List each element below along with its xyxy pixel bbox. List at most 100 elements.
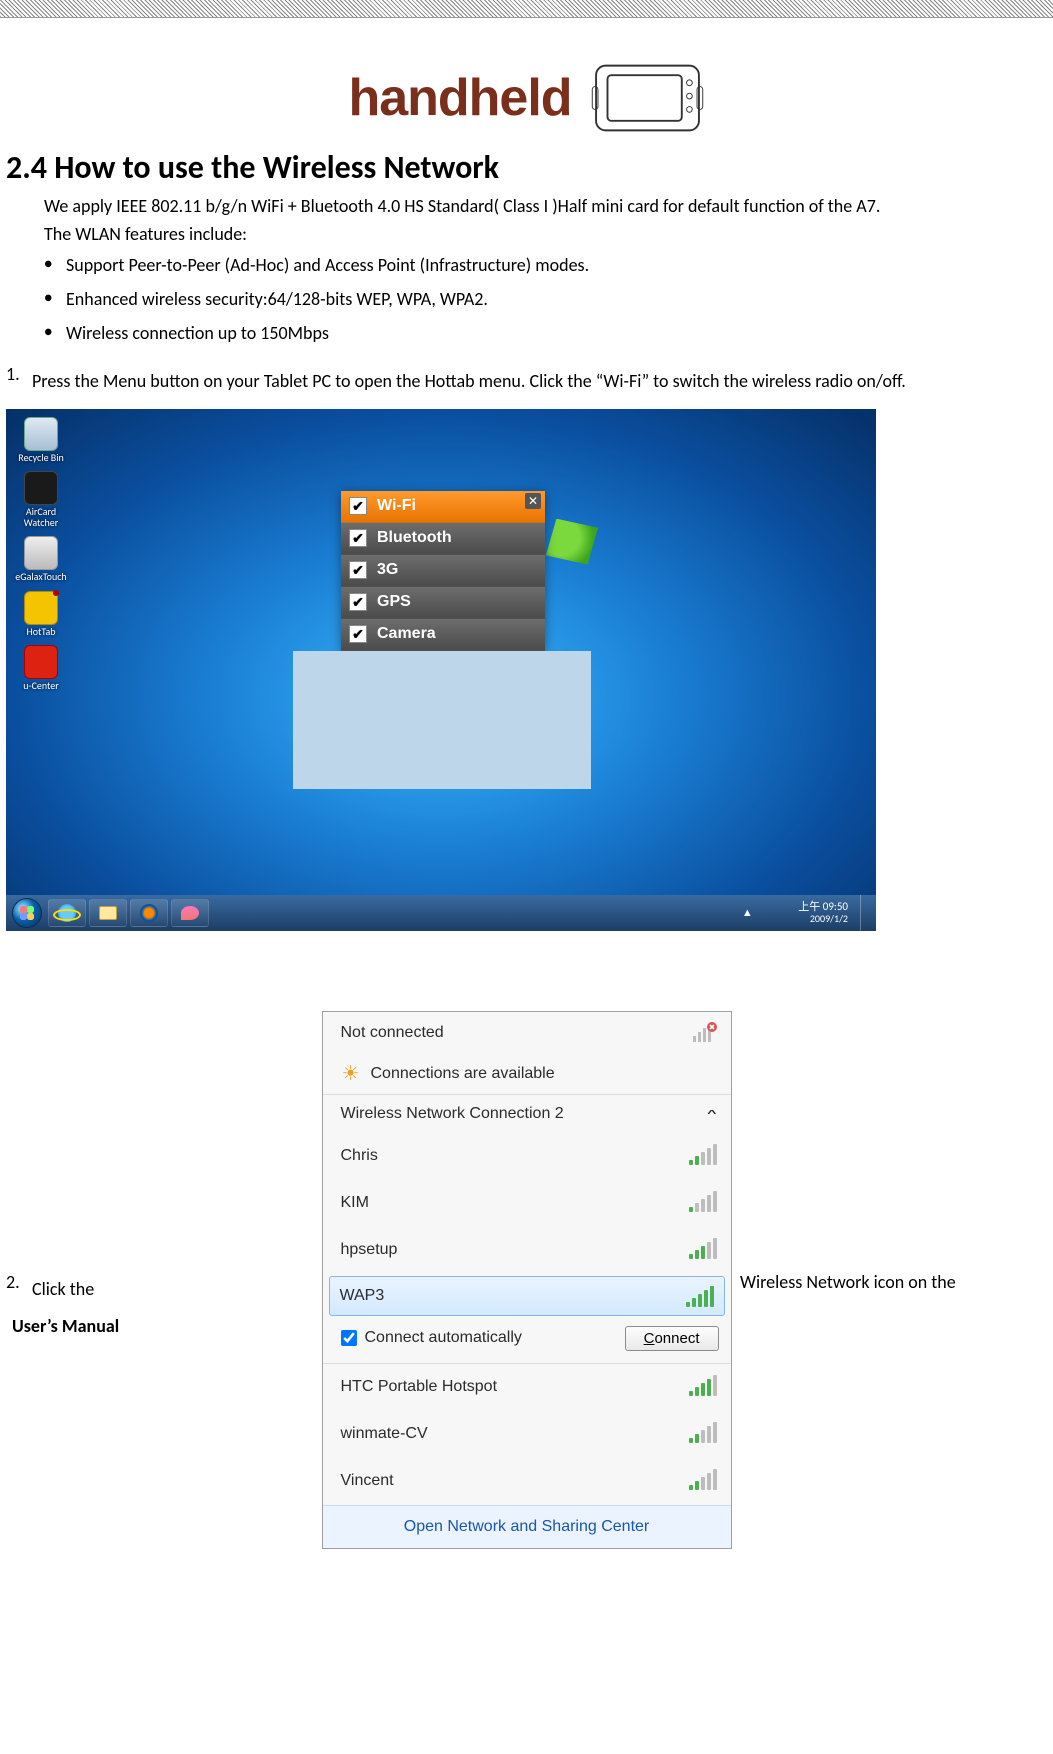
signal-bars-icon [689,1374,717,1396]
flyout-status-row: Not connected [323,1012,731,1054]
explorer-icon [99,906,117,920]
flyout-status-text: Not connected [341,1024,444,1042]
device-illustration [590,58,705,138]
checkbox-icon: ✔ [349,529,367,547]
connect-auto-label: Connect automatically [365,1329,522,1347]
connect-button-rest: onnect [654,1330,699,1347]
network-item[interactable]: winmate-CV [323,1411,731,1458]
start-button[interactable] [12,898,42,928]
hottab-item-camera[interactable]: ✔ Camera [341,619,545,651]
ucenter-icon [24,645,58,679]
step-body: Press the Menu button on your Tablet PC … [32,363,1047,399]
tray-network-icon[interactable] [758,906,772,920]
step-2: 2. Click the [6,1271,180,1307]
network-name: winmate-CV [341,1425,428,1443]
page-pattern-border [0,0,1053,18]
desktop-icon-label: Recycle Bin [12,453,70,464]
checkbox-input[interactable] [341,1330,357,1346]
checkbox-icon: ✔ [349,625,367,643]
connect-automatically-checkbox[interactable]: Connect automatically [341,1329,522,1347]
network-name: HTC Portable Hotspot [341,1378,498,1396]
signal-bars-icon [689,1237,717,1259]
checkbox-icon: ✔ [349,497,367,515]
blank-panel [293,651,591,789]
step-number: 2. [6,1271,32,1307]
win7-leaf-decor [546,519,598,565]
hottab-item-wifi[interactable]: ✔ Wi-Fi [341,491,545,523]
hottab-menu: ✕ ✔ Wi-Fi ✔ Bluetooth ✔ 3G ✔ GPS ✔ Camera [341,491,545,651]
hottab-item-label: 3G [377,561,398,579]
step-body-left: Click the [32,1271,180,1307]
features-intro: The WLAN features include: [44,223,1053,245]
signal-bars-icon [689,1421,717,1443]
taskbar: ▲ 上午 09:50 2009/1/2 [6,895,876,931]
feature-bullet: Wireless connection up to 150Mbps [44,317,1053,351]
hottab-item-gps[interactable]: ✔ GPS [341,587,545,619]
desktop-icon-ucenter[interactable]: u-Center [12,645,70,692]
system-tray: ▲ 上午 09:50 2009/1/2 [740,895,870,931]
feature-bullet: Support Peer-to-Peer (Ad-Hoc) and Access… [44,249,1053,283]
taskbar-paint[interactable] [171,899,209,927]
recycle-bin-icon [24,417,58,451]
tray-clock[interactable]: 上午 09:50 2009/1/2 [794,901,852,924]
wmp-icon [140,904,158,922]
flyout-adapter-name: Wireless Network Connection 2 [341,1105,564,1123]
show-desktop-button[interactable] [860,895,870,931]
paint-icon [181,906,199,920]
network-item[interactable]: HTC Portable Hotspot [323,1363,731,1411]
section-heading: 2.4 How to use the Wireless Network [6,148,1053,187]
network-item[interactable]: Chris [323,1133,731,1180]
step-number: 1. [6,363,32,399]
hottab-close-button[interactable]: ✕ [525,493,541,509]
signal-bars-icon [689,1143,717,1165]
network-item[interactable]: hpsetup [323,1227,731,1274]
network-name: KIM [341,1194,369,1212]
logo-row: handheld [0,58,1053,138]
desktop-icon-label: u-Center [12,681,70,692]
taskbar-ie[interactable] [48,899,86,927]
sun-icon: ☀ [341,1064,361,1084]
hottab-item-3g[interactable]: ✔ 3G [341,555,545,587]
hottab-item-label: Camera [377,625,436,643]
taskbar-explorer[interactable] [89,899,127,927]
taskbar-wmp[interactable] [130,899,168,927]
checkbox-icon: ✔ [349,593,367,611]
hottab-item-label: GPS [377,593,411,611]
network-name: Chris [341,1147,378,1165]
step-1: 1. Press the Menu button on your Tablet … [6,363,1047,399]
desktop-icon-hottab[interactable]: HotTab [12,591,70,638]
flyout-adapter-section[interactable]: Wireless Network Connection 2 ^ [323,1094,731,1133]
desktop-icon-aircard[interactable]: AirCard Watcher [12,471,70,528]
hottab-item-bluetooth[interactable]: ✔ Bluetooth [341,523,545,555]
signal-bars-icon [689,1468,717,1490]
hottab-item-label: Bluetooth [377,529,452,547]
intro-paragraph: We apply IEEE 802.11 b/g/n WiFi + Blueto… [44,193,1013,221]
desktop-icon-recycle-bin[interactable]: Recycle Bin [12,417,70,464]
signal-bars-icon [689,1190,717,1212]
step-body-right: Wireless Network icon on the [180,1271,1053,1293]
egalax-icon [24,536,58,570]
hottab-icon [24,591,58,625]
open-network-center-link[interactable]: Open Network and Sharing Center [323,1505,731,1548]
chevron-up-icon: ^ [707,1108,716,1119]
network-item[interactable]: KIM [323,1180,731,1227]
hottab-item-label: Wi-Fi [377,497,416,515]
desktop-icon-egalax[interactable]: eGalaxTouch [12,536,70,583]
connect-button[interactable]: Connect [625,1326,719,1351]
checkbox-icon: ✔ [349,561,367,579]
connect-button-underline: C [644,1330,655,1347]
feature-bullet-list: Support Peer-to-Peer (Ad-Hoc) and Access… [44,249,1053,351]
tray-overflow-button[interactable]: ▲ [740,906,754,919]
flyout-available-text: Connections are available [371,1065,555,1083]
desktop-icons-column: Recycle Bin AirCard Watcher eGalaxTouch … [12,417,72,700]
flyout-available-row: ☀ Connections are available [323,1054,731,1094]
network-item[interactable]: Vincent [323,1458,731,1505]
tray-date: 2009/1/2 [798,913,848,924]
desktop-icon-label: AirCard Watcher [12,507,70,528]
desktop-icon-label: HotTab [12,627,70,638]
tray-volume-icon[interactable] [776,906,790,920]
brand-logo-text: handheld [348,68,571,128]
network-name: Vincent [341,1472,394,1490]
desktop-screenshot: Recycle Bin AirCard Watcher eGalaxTouch … [6,409,876,931]
desktop-icon-label: eGalaxTouch [12,572,70,583]
